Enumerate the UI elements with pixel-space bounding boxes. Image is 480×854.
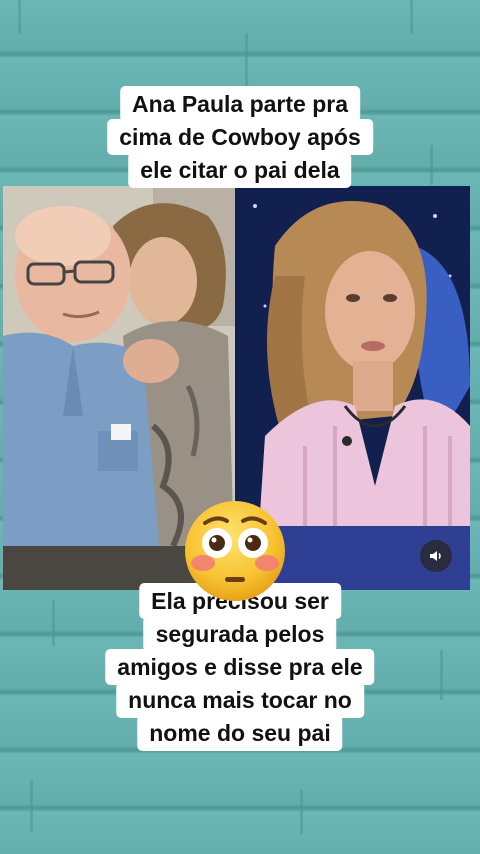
plank-seam (440, 650, 443, 700)
top-caption: Ana Paula parte pra cima de Cowboy após … (107, 86, 373, 188)
caption-line: nome do seu pai (137, 715, 343, 751)
caption-line: Ana Paula parte pra (119, 86, 361, 122)
caption-line: ele citar o pai dela (128, 152, 352, 188)
plank-seam (18, 0, 21, 34)
caption-line: nunca mais tocar no (116, 682, 364, 718)
speaker-icon (430, 551, 441, 561)
plank-seam (30, 780, 33, 832)
caption-line: cima de Cowboy após (107, 119, 373, 155)
bottom-caption: Ela precisou ser segurada pelos amigos e… (105, 583, 375, 751)
plank-seam (410, 0, 413, 34)
plank-seam (245, 34, 248, 86)
flushed-face-emoji (185, 501, 285, 601)
plank-seam (300, 790, 303, 835)
plank-seam (52, 600, 55, 646)
caption-line: amigos e disse pra ele (105, 649, 375, 685)
sound-toggle-button[interactable] (420, 540, 452, 572)
plank-seam (430, 145, 433, 185)
caption-line: segurada pelos (143, 616, 337, 652)
